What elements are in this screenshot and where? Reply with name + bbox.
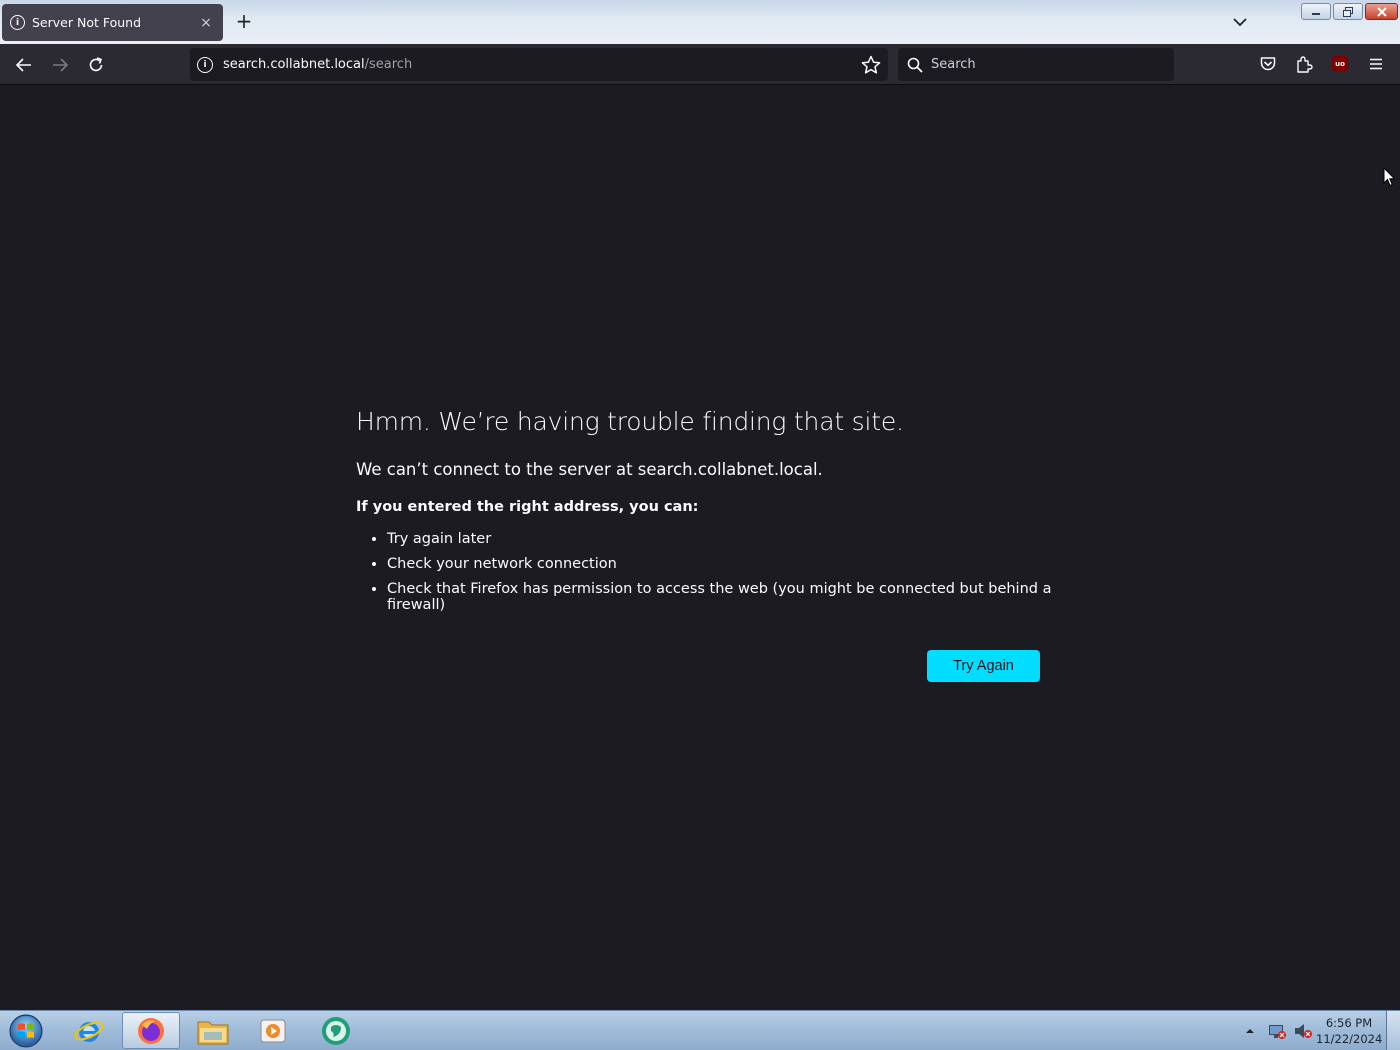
error-title: Hmm. We’re having trouble finding that s…	[356, 407, 904, 436]
windows-orb-icon	[9, 1014, 43, 1048]
suggestion-item: Check your network connection	[387, 556, 1056, 572]
back-button[interactable]	[11, 52, 37, 78]
suggestion-item: Check that Firefox has permission to acc…	[387, 581, 1056, 613]
minimize-icon	[1312, 12, 1320, 15]
pocket-button[interactable]	[1257, 53, 1279, 75]
tab-title: Server Not Found	[32, 15, 142, 30]
taskbar-media-player[interactable]	[244, 1012, 302, 1049]
search-bar[interactable]: Search	[898, 48, 1174, 81]
url-host: search.collabnet.local	[223, 57, 365, 72]
close-window-button[interactable]	[1365, 3, 1398, 20]
taskbar-internet-explorer[interactable]	[60, 1012, 118, 1049]
navigation-toolbar: i search.collabnet.local/search Search u…	[0, 44, 1400, 85]
star-icon	[861, 55, 881, 74]
arrow-right-icon	[53, 58, 69, 72]
minimize-button[interactable]	[1301, 3, 1331, 20]
error-prompt: If you entered the right address, you ca…	[356, 499, 699, 515]
list-all-tabs-button[interactable]	[1230, 12, 1250, 32]
forward-button[interactable]	[47, 52, 73, 78]
system-tray	[1243, 1011, 1313, 1050]
taskbar-file-explorer[interactable]	[184, 1012, 242, 1049]
page-content: Hmm. We’re having trouble finding that s…	[0, 85, 1400, 1010]
firefox-icon	[138, 1017, 164, 1044]
search-placeholder: Search	[931, 57, 976, 72]
volume-muted-icon[interactable]	[1293, 1022, 1313, 1040]
clock-time: 6:56 PM	[1325, 1016, 1373, 1030]
url-text[interactable]: search.collabnet.local/search	[223, 57, 412, 72]
arrow-left-icon	[15, 58, 31, 72]
file-explorer-icon	[197, 1021, 229, 1044]
mouse-cursor-icon	[1383, 167, 1396, 187]
tab-server-not-found[interactable]: i Server Not Found ×	[2, 4, 223, 41]
extensions-button[interactable]	[1293, 53, 1315, 75]
tab-close-icon[interactable]: ×	[197, 15, 215, 31]
error-container: Hmm. We’re having trouble finding that s…	[356, 407, 1056, 622]
close-icon	[1376, 6, 1387, 17]
hamburger-menu-icon	[1370, 58, 1382, 70]
show-hidden-icons-icon[interactable]	[1243, 1024, 1257, 1038]
try-again-button[interactable]: Try Again	[927, 650, 1040, 682]
puzzle-icon	[1297, 56, 1313, 73]
start-button[interactable]	[6, 1013, 46, 1049]
system-clock[interactable]: 6:56 PM 11/22/2024	[1316, 1015, 1382, 1047]
ublock-button[interactable]: uo	[1329, 53, 1351, 75]
restore-button[interactable]	[1333, 3, 1363, 20]
restore-icon	[1343, 6, 1353, 17]
suggestion-list: Try again later Check your network conne…	[356, 531, 1056, 613]
url-bar[interactable]: i search.collabnet.local/search	[190, 48, 888, 81]
taskbar-chat-app[interactable]	[307, 1012, 365, 1049]
network-disconnected-icon[interactable]	[1267, 1022, 1287, 1040]
site-info-icon[interactable]: i	[197, 56, 213, 73]
bookmark-star-button[interactable]	[860, 54, 882, 76]
pocket-icon	[1260, 57, 1276, 71]
url-path: /search	[364, 57, 413, 72]
error-description: We can’t connect to the server at search…	[356, 460, 823, 479]
chat-app-icon	[322, 1016, 350, 1045]
taskbar: 6:56 PM 11/22/2024	[0, 1010, 1400, 1050]
taskbar-firefox[interactable]	[122, 1012, 180, 1049]
info-icon: i	[10, 15, 25, 30]
new-tab-button[interactable]: +	[233, 10, 255, 32]
suggestion-item: Try again later	[387, 531, 1056, 547]
search-icon	[907, 57, 923, 73]
reload-button[interactable]	[83, 52, 109, 78]
ublock-shield-icon: uo	[1332, 56, 1348, 72]
reload-icon	[89, 57, 103, 72]
media-player-icon	[260, 1019, 286, 1042]
chevron-down-icon	[1233, 18, 1247, 27]
clock-date: 11/22/2024	[1316, 1032, 1383, 1046]
app-menu-button[interactable]	[1365, 53, 1387, 75]
internet-explorer-icon	[74, 1021, 104, 1042]
show-desktop-button[interactable]	[1386, 1011, 1400, 1050]
tab-strip: i Server Not Found × +	[0, 0, 1400, 44]
